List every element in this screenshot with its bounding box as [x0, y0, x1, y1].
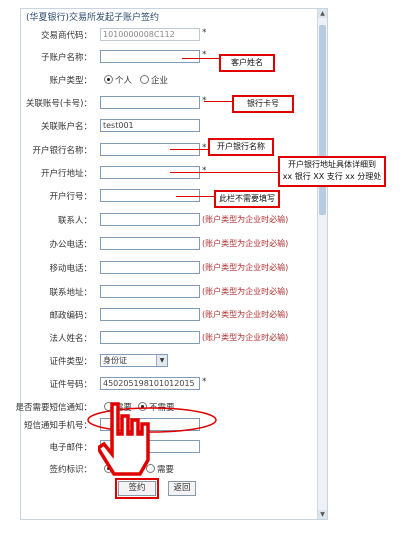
annotation-arrow: [204, 101, 232, 102]
row-linked-account-name: 关联账户名： test001: [0, 119, 300, 133]
enterprise-required-hint: (账户类型为企业时必输): [202, 239, 289, 248]
row-id-number: 证件号码： 450205198101012015 *: [0, 377, 300, 391]
contact-address-label: 联系地址：: [49, 288, 92, 298]
enterprise-required-hint: (账户类型为企业时必输): [202, 287, 289, 296]
row-bank-address: 开户行地址： *: [0, 166, 300, 180]
trade-code-field: 1010000008C112: [100, 28, 200, 41]
enterprise-required-hint: (账户类型为企业时必输): [202, 215, 289, 224]
bank-address-label: 开户行地址：: [40, 169, 92, 179]
legal-person-label: 法人姓名：: [49, 334, 92, 344]
bank-name-label: 开户银行名称：: [32, 146, 92, 156]
annotation-arrow: [176, 196, 214, 197]
page-title: (华夏银行)交易所发起子账户签约: [26, 13, 160, 23]
annotation-bank-name: 开户银行名称: [208, 138, 274, 156]
account-type-label: 账户类型：: [49, 76, 92, 86]
scroll-down-icon[interactable]: ▼: [318, 510, 327, 519]
required-mark: *: [202, 166, 207, 176]
row-legal-person: 法人姓名： (账户类型为企业时必输): [0, 331, 300, 345]
row-id-type: 证件类型： 身份证 ▼: [0, 354, 300, 368]
sub-account-name-input[interactable]: [100, 50, 200, 63]
bank-number-label: 开户行号：: [49, 192, 92, 202]
required-mark: *: [202, 143, 207, 153]
enterprise-required-hint: (账户类型为企业时必输): [202, 263, 289, 272]
back-button[interactable]: 返回: [168, 481, 196, 496]
required-mark: *: [202, 377, 207, 387]
legal-person-input[interactable]: [100, 331, 200, 344]
radio-selected-icon[interactable]: [104, 75, 113, 84]
chevron-down-icon[interactable]: ▼: [156, 355, 167, 366]
annotation-no-need: 此栏不需要填写: [214, 190, 280, 208]
sms-label: 是否需要短信通知：: [15, 403, 92, 413]
office-phone-label: 办公电话：: [49, 240, 92, 250]
sub-account-name-label: 子账户名称：: [40, 53, 92, 63]
contact-input[interactable]: [100, 213, 200, 226]
trade-code-label: 交易商代码：: [40, 31, 92, 41]
linked-account-name-field[interactable]: test001: [100, 119, 200, 132]
postcode-label: 邮政编码：: [49, 311, 92, 321]
row-account-type: 账户类型： 个人 企业: [0, 73, 300, 87]
sms-phone-label: 短信通知手机号：: [23, 421, 92, 431]
annotation-arrow: [182, 58, 219, 59]
hand-pointer-icon: [98, 402, 150, 476]
contact-address-input[interactable]: [100, 285, 200, 298]
linked-account-label: 关联账号(卡号)：: [25, 99, 92, 109]
row-contact-address: 联系地址： (账户类型为企业时必输): [0, 285, 300, 299]
annotation-bank-address: 开户银行地址具体详细到 xx 银行 XX 支行 xx 分理处: [278, 156, 386, 187]
id-number-label: 证件号码：: [49, 380, 92, 390]
office-phone-input[interactable]: [100, 237, 200, 250]
row-office-phone: 办公电话： (账户类型为企业时必输): [0, 237, 300, 251]
row-postcode: 邮政编码： (账户类型为企业时必输): [0, 308, 300, 322]
radio-icon[interactable]: [140, 75, 149, 84]
email-label: 电子邮件：: [49, 443, 92, 453]
contact-label: 联系人：: [57, 216, 92, 226]
id-number-input[interactable]: 450205198101012015: [100, 377, 200, 390]
row-trade-code: 交易商代码： 1010000008C112 *: [0, 28, 300, 42]
enterprise-required-hint: (账户类型为企业时必输): [202, 333, 289, 342]
annotation-bank-card-number: 银行卡号: [232, 95, 294, 113]
sign-flag-label: 签约标识：: [49, 465, 92, 475]
account-type-personal-option[interactable]: 个人: [104, 74, 132, 86]
row-contact: 联系人： (账户类型为企业时必输): [0, 213, 300, 227]
required-mark: *: [202, 28, 207, 38]
enterprise-required-hint: (账户类型为企业时必输): [202, 310, 289, 319]
id-type-select[interactable]: 身份证 ▼: [100, 354, 168, 367]
linked-account-input[interactable]: [100, 96, 200, 109]
postcode-input[interactable]: [100, 308, 200, 321]
annotation-arrow: [170, 172, 278, 173]
vertical-scrollbar[interactable]: ▲ ▼: [317, 9, 327, 519]
mobile-label: 移动电话：: [49, 264, 92, 274]
mobile-input[interactable]: [100, 261, 200, 274]
scroll-up-icon[interactable]: ▲: [318, 9, 327, 18]
annotation-customer-name: 客户姓名: [219, 54, 275, 72]
annotation-arrow: [170, 149, 208, 150]
linked-account-name-label: 关联账户名：: [40, 122, 92, 132]
row-mobile: 移动电话： (账户类型为企业时必输): [0, 261, 300, 275]
account-type-enterprise-option[interactable]: 企业: [140, 74, 168, 86]
id-type-label: 证件类型：: [49, 357, 92, 367]
